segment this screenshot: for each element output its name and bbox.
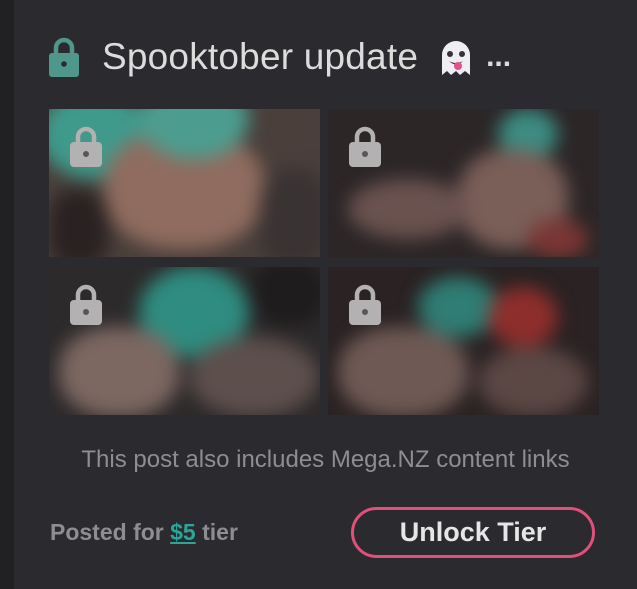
posted-prefix: Posted for: [50, 519, 171, 545]
locked-image-1[interactable]: [49, 109, 320, 257]
unlock-tier-button[interactable]: Unlock Tier: [351, 507, 595, 558]
post-header: Spooktober update ...: [48, 34, 511, 80]
tier-link[interactable]: $5: [170, 519, 196, 545]
locked-image-4[interactable]: [328, 267, 599, 415]
lock-icon: [70, 126, 102, 167]
posted-tier-text: Posted for $5 tier: [50, 519, 238, 546]
ghost-emoji-icon: [442, 41, 471, 75]
locked-image-2[interactable]: [328, 109, 599, 257]
post-card: Spooktober update ... This post also inc…: [14, 0, 637, 589]
post-title: Spooktober update: [102, 36, 419, 77]
lock-icon: [349, 126, 381, 167]
content-links-note: This post also includes Mega.NZ content …: [81, 446, 570, 473]
lock-icon: [349, 284, 381, 325]
posted-suffix: tier: [195, 519, 238, 545]
lock-icon: [49, 37, 79, 77]
lock-icon: [70, 284, 102, 325]
locked-image-3[interactable]: [49, 267, 320, 415]
title-ellipsis: ...: [486, 40, 512, 73]
